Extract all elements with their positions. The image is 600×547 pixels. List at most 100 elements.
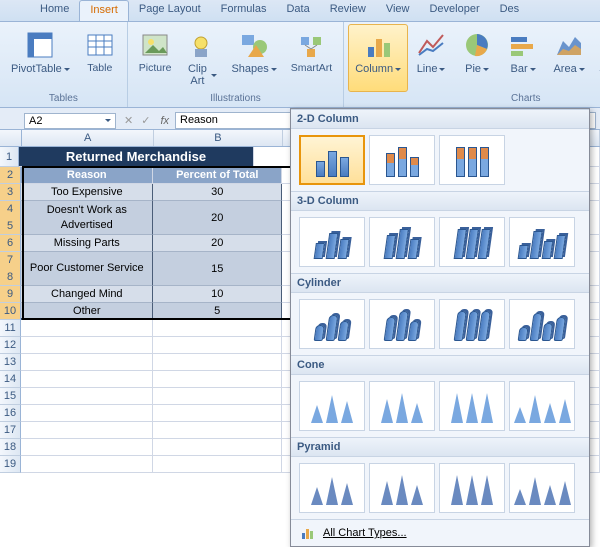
cell[interactable] <box>21 422 153 439</box>
cell[interactable] <box>21 371 153 388</box>
cell[interactable]: Poor Customer Service <box>21 252 153 286</box>
chart-3d-cylinder[interactable] <box>509 299 575 349</box>
cell[interactable] <box>21 354 153 371</box>
chart-stacked-cylinder[interactable] <box>369 299 435 349</box>
cell[interactable]: Reason <box>21 167 153 184</box>
chart-stacked-pyramid[interactable] <box>369 463 435 513</box>
chart-100stacked-column-3d[interactable] <box>439 217 505 267</box>
cell[interactable] <box>153 439 282 456</box>
row-header[interactable]: 18 <box>0 439 21 456</box>
chart-100stacked-column-2d[interactable] <box>439 135 505 185</box>
select-all-corner[interactable] <box>0 130 22 147</box>
line-chart-button[interactable]: Line <box>408 24 454 92</box>
enter-formula-icon[interactable]: ✓ <box>141 114 150 127</box>
shapes-button[interactable]: Shapes <box>224 24 283 92</box>
cell[interactable] <box>21 439 153 456</box>
row-header[interactable]: 10 <box>0 303 21 320</box>
cell[interactable]: Other <box>21 303 153 320</box>
row-header[interactable]: 78 <box>0 252 21 286</box>
chart-clustered-cylinder[interactable] <box>299 299 365 349</box>
chart-3d-column[interactable] <box>509 217 575 267</box>
cell[interactable] <box>153 405 282 422</box>
cell[interactable]: Returned Merchandise <box>19 147 254 167</box>
tab-home[interactable]: Home <box>30 0 79 21</box>
table-button[interactable]: Table <box>77 24 123 92</box>
row-header[interactable]: 14 <box>0 371 21 388</box>
name-box[interactable]: A2 <box>24 113 116 129</box>
row-header[interactable]: 13 <box>0 354 21 371</box>
cell[interactable]: Too Expensive <box>21 184 153 201</box>
tab-page-layout[interactable]: Page Layout <box>129 0 211 21</box>
cell[interactable]: 15 <box>153 252 282 286</box>
cell[interactable] <box>21 388 153 405</box>
chart-clustered-pyramid[interactable] <box>299 463 365 513</box>
chart-stacked-column-3d[interactable] <box>369 217 435 267</box>
smartart-button[interactable]: SmartArt <box>284 24 339 92</box>
row-header[interactable]: 45 <box>0 201 21 235</box>
tab-view[interactable]: View <box>376 0 420 21</box>
row-header[interactable]: 6 <box>0 235 21 252</box>
row-header[interactable]: 17 <box>0 422 21 439</box>
cell[interactable] <box>153 371 282 388</box>
area-chart-button[interactable]: Area <box>546 24 592 92</box>
cell[interactable]: 30 <box>153 184 282 201</box>
all-chart-types-button[interactable]: All Chart Types... <box>291 519 589 546</box>
clipart-button[interactable]: Clip Art <box>178 24 224 92</box>
tab-data[interactable]: Data <box>276 0 319 21</box>
picture-button[interactable]: Picture <box>132 24 179 92</box>
tab-design-partial[interactable]: Des <box>490 0 530 21</box>
tab-formulas[interactable]: Formulas <box>211 0 277 21</box>
pie-chart-button[interactable]: Pie <box>454 24 500 92</box>
pivottable-button[interactable]: PivotTable <box>4 24 77 92</box>
cancel-formula-icon[interactable]: ✕ <box>124 114 133 127</box>
col-header-b[interactable]: B <box>154 130 282 146</box>
cell[interactable]: Doesn't Work as Advertised <box>21 201 153 235</box>
row-header[interactable]: 12 <box>0 337 21 354</box>
cell[interactable] <box>21 337 153 354</box>
row-header[interactable]: 9 <box>0 286 21 303</box>
row-header[interactable]: 2 <box>0 167 21 184</box>
chart-clustered-column-2d[interactable] <box>299 135 365 185</box>
chart-clustered-column-3d[interactable] <box>299 217 365 267</box>
tab-review[interactable]: Review <box>320 0 376 21</box>
cell[interactable] <box>21 405 153 422</box>
cell[interactable]: Percent of Total <box>153 167 282 184</box>
cell[interactable] <box>153 337 282 354</box>
chart-3d-pyramid[interactable] <box>509 463 575 513</box>
cell[interactable] <box>21 320 153 337</box>
cell[interactable]: Missing Parts <box>21 235 153 252</box>
col-header-a[interactable]: A <box>22 130 154 146</box>
chart-clustered-cone[interactable] <box>299 381 365 431</box>
cell[interactable] <box>153 388 282 405</box>
chart-100stacked-cone[interactable] <box>439 381 505 431</box>
chart-stacked-column-2d[interactable] <box>369 135 435 185</box>
chart-stacked-cone[interactable] <box>369 381 435 431</box>
row-header[interactable]: 3 <box>0 184 21 201</box>
cell[interactable]: 20 <box>153 235 282 252</box>
bar-chart-button[interactable]: Bar <box>500 24 546 92</box>
row-header[interactable]: 11 <box>0 320 21 337</box>
cell[interactable]: 5 <box>153 303 282 320</box>
row-header[interactable]: 1 <box>0 147 19 167</box>
line-chart-icon <box>415 29 447 61</box>
cell[interactable] <box>153 354 282 371</box>
tab-developer[interactable]: Developer <box>419 0 489 21</box>
cell[interactable]: Changed Mind <box>21 286 153 303</box>
chart-100stacked-pyramid[interactable] <box>439 463 505 513</box>
chart-100stacked-cylinder[interactable] <box>439 299 505 349</box>
cell[interactable] <box>21 456 153 473</box>
chart-3d-cone[interactable] <box>509 381 575 431</box>
fx-icon[interactable]: fx <box>160 115 169 127</box>
cell[interactable]: 20 <box>153 201 282 235</box>
row-header[interactable]: 15 <box>0 388 21 405</box>
tab-insert[interactable]: Insert <box>79 0 129 21</box>
cell[interactable]: 10 <box>153 286 282 303</box>
column-chart-button[interactable]: Column <box>348 24 408 92</box>
scatter-chart-button[interactable]: Scatter <box>592 24 600 92</box>
cell[interactable] <box>153 456 282 473</box>
cell[interactable] <box>153 320 282 337</box>
row-header[interactable]: 16 <box>0 405 21 422</box>
column-chart-icon <box>362 29 394 61</box>
cell[interactable] <box>153 422 282 439</box>
row-header[interactable]: 19 <box>0 456 21 473</box>
